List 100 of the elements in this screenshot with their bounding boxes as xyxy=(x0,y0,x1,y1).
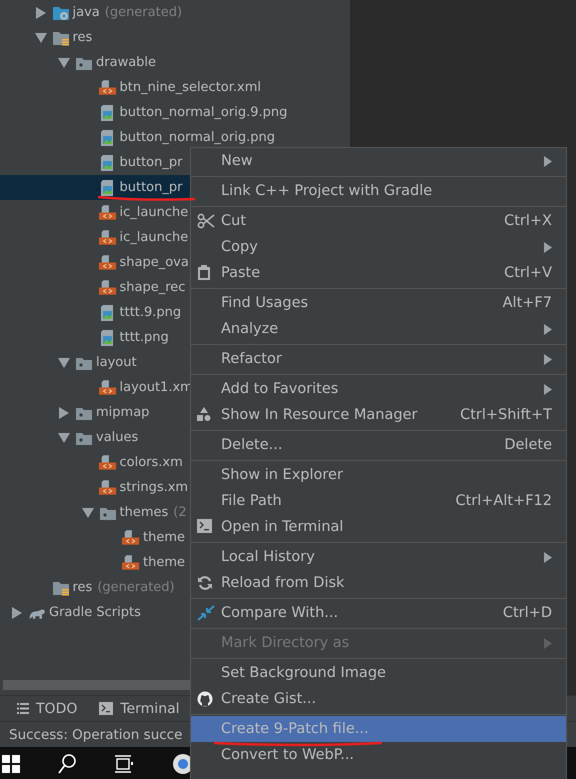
collapsed-arrow-icon[interactable] xyxy=(59,406,69,418)
xml-file-icon xyxy=(98,204,116,221)
tree-row[interactable]: drawable xyxy=(0,50,350,75)
tree-row[interactable]: res xyxy=(0,25,350,50)
tree-item-label: theme xyxy=(143,555,185,570)
search-icon[interactable] xyxy=(58,754,76,774)
tree-item-hint: (generated) xyxy=(97,580,175,595)
java-folder-icon xyxy=(52,4,70,20)
expanded-arrow-icon[interactable] xyxy=(34,32,46,42)
menu-item[interactable]: Set Background Image xyxy=(191,660,566,686)
collapsed-arrow-icon[interactable] xyxy=(36,6,46,18)
status-message: Success: Operation succe xyxy=(9,726,182,742)
tree-item-label: shape_rec xyxy=(120,280,186,295)
tree-item-label: drawable xyxy=(96,55,156,70)
tree-item-label: layout1.xm xyxy=(120,380,193,395)
tree-item-label: tttt.9.png xyxy=(120,305,182,320)
menu-item[interactable]: Show In Resource Manager Ctrl+Shift+T xyxy=(191,402,566,428)
resource-folder-icon xyxy=(52,30,70,46)
menu-item[interactable]: Add to Favorites xyxy=(191,376,566,402)
tree-row[interactable]: button_normal_orig.png xyxy=(0,125,350,150)
tree-item-label: layout xyxy=(96,355,137,370)
shapes-icon xyxy=(197,407,211,421)
shortcut-label: Ctrl+V xyxy=(504,265,552,281)
task-view-icon[interactable] xyxy=(114,754,134,772)
menu-item[interactable]: Compare With... Ctrl+D xyxy=(191,600,566,626)
xml-file-icon xyxy=(98,479,116,496)
tree-item-label: values xyxy=(96,430,138,445)
image-file-icon xyxy=(98,104,114,122)
menu-item[interactable]: Local History xyxy=(191,544,566,570)
tree-row[interactable]: btn_nine_selector.xml xyxy=(0,75,350,100)
clipboard-icon xyxy=(197,265,211,281)
xml-file-icon xyxy=(122,529,140,546)
menu-item[interactable]: Create Gist... xyxy=(191,686,566,712)
xml-file-icon xyxy=(98,79,116,96)
tree-item-label: ic_launche xyxy=(120,230,188,245)
tree-item-label: res xyxy=(72,30,92,45)
tree-item-label: strings.xm xyxy=(120,480,188,495)
shortcut-label: Ctrl+Shift+T xyxy=(460,407,552,423)
menu-item[interactable]: Reload from Disk xyxy=(191,570,566,596)
tree-item-label: button_normal_orig.9.png xyxy=(120,105,288,120)
menu-item[interactable]: Convert to WebP... xyxy=(191,742,566,768)
image-file-icon xyxy=(98,128,114,146)
shortcut-label: Ctrl+Alt+F12 xyxy=(455,493,552,509)
menu-item[interactable]: Cut Ctrl+X xyxy=(191,208,566,234)
tree-item-label: ic_launche xyxy=(120,205,188,220)
tool-window-tab[interactable]: TODO xyxy=(17,700,78,716)
tree-item-label: java xyxy=(72,5,100,20)
resource-folder-icon xyxy=(52,580,70,596)
xml-file-icon xyxy=(98,454,116,471)
tree-row[interactable]: button_normal_orig.9.png xyxy=(0,100,350,125)
terminal-icon xyxy=(99,702,114,715)
image-file-icon xyxy=(98,178,114,196)
shortcut-label: Ctrl+D xyxy=(502,605,552,621)
xml-file-icon xyxy=(98,229,116,246)
menu-item[interactable]: Find Usages Alt+F7 xyxy=(191,290,566,316)
menu-item[interactable]: Show in Explorer xyxy=(191,462,566,488)
expanded-arrow-icon[interactable] xyxy=(58,358,70,368)
menu-item[interactable]: Paste Ctrl+V xyxy=(191,260,566,286)
xml-file-icon xyxy=(98,279,116,296)
expanded-arrow-icon[interactable] xyxy=(58,58,70,68)
tree-item-label: res xyxy=(72,580,92,595)
tree-item-label: mipmap xyxy=(96,405,150,420)
tree-item-label: themes xyxy=(120,505,168,520)
github-icon xyxy=(197,691,213,707)
menu-item[interactable]: Delete... Delete xyxy=(191,432,566,458)
expanded-arrow-icon[interactable] xyxy=(58,432,70,442)
tree-item-label: shape_ova xyxy=(120,255,189,270)
scissors-icon xyxy=(197,213,215,229)
menu-item[interactable]: New xyxy=(191,148,566,174)
terminal-icon xyxy=(197,519,212,533)
image-file-icon xyxy=(98,154,114,172)
reload-icon xyxy=(197,575,213,591)
tree-item-hint: (2 xyxy=(173,505,187,520)
tree-item-label: tttt.png xyxy=(120,330,169,345)
menu-item[interactable]: Copy xyxy=(191,234,566,260)
collapsed-arrow-icon[interactable] xyxy=(12,606,22,618)
menu-item[interactable]: Link C++ Project with Gradle xyxy=(191,178,566,204)
menu-item[interactable]: Refactor xyxy=(191,346,566,372)
tree-item-label: colors.xm xyxy=(120,455,183,470)
image-file-icon xyxy=(98,304,114,322)
tree-item-hint: (generated) xyxy=(104,5,182,20)
xml-file-icon xyxy=(98,254,116,271)
shortcut-label: Alt+F7 xyxy=(502,295,552,311)
tree-item-label: button_pr xyxy=(120,155,182,170)
tree-row[interactable]: java (generated) xyxy=(0,0,350,25)
expanded-arrow-icon[interactable] xyxy=(82,508,94,518)
menu-item[interactable]: File Path Ctrl+Alt+F12 xyxy=(191,488,566,514)
tree-item-label: button_normal_orig.png xyxy=(120,130,275,145)
list-icon xyxy=(17,703,29,714)
xml-file-icon xyxy=(122,554,140,571)
shortcut-label: Delete xyxy=(504,437,552,453)
windows-start-icon[interactable] xyxy=(2,754,20,772)
menu-item[interactable]: Analyze xyxy=(191,316,566,342)
tool-window-tab[interactable]: Terminal xyxy=(99,700,180,716)
tree-item-label: Gradle Scripts xyxy=(49,605,141,620)
tree-item-label: button_pr xyxy=(120,180,182,195)
tree-item-label: theme xyxy=(143,530,185,545)
menu-item[interactable]: Open in Terminal xyxy=(191,514,566,540)
xml-file-icon xyxy=(98,379,116,396)
compare-arrows-icon xyxy=(197,605,215,621)
